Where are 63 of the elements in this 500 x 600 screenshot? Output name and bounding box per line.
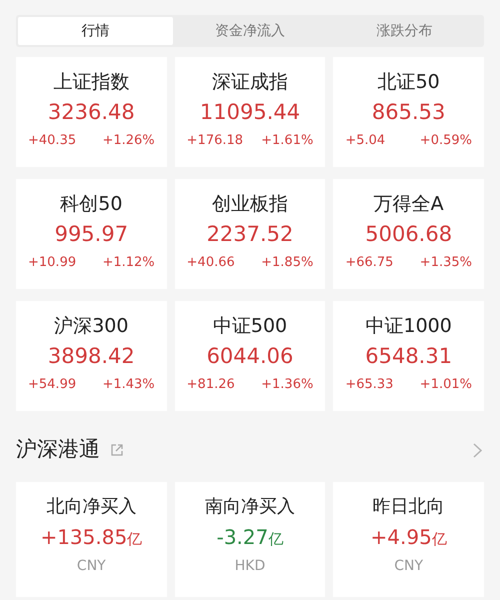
index-card[interactable]: 深证成指 11095.44 +176.18 +1.61% [174, 57, 326, 167]
index-value: 11095.44 [200, 99, 300, 126]
currency-label: CNY [394, 557, 424, 576]
index-name: 上证指数 [53, 70, 130, 95]
flow-card[interactable]: 昨日北向 +4.95亿 CNY [333, 482, 484, 597]
flow-name: 南向净买入 [204, 495, 295, 519]
index-value: 3236.48 [48, 99, 135, 126]
index-percent: +1.35% [420, 254, 472, 272]
index-value: 6044.06 [206, 343, 294, 370]
index-name: 沪深300 [54, 314, 128, 339]
index-percent: +1.12% [102, 254, 155, 272]
index-percent: +1.01% [420, 376, 472, 394]
flow-value: +135.85亿 [40, 524, 142, 551]
index-change: +40.35 [28, 132, 76, 150]
index-card[interactable]: 创业板指 2237.52 +40.66 +1.85% [174, 179, 326, 289]
index-value: 6548.31 [365, 343, 452, 370]
chevron-right-icon[interactable] [473, 442, 482, 458]
index-name: 北证50 [378, 70, 440, 95]
tab[interactable]: 涨跌分布 [327, 17, 482, 45]
index-value: 2237.52 [206, 221, 294, 248]
index-card[interactable]: 万得全A 5006.68 +66.75 +1.35% [333, 179, 484, 289]
index-name: 中证500 [212, 314, 288, 339]
index-change: +176.18 [186, 132, 244, 150]
index-name: 创业板指 [212, 192, 288, 217]
index-change: +66.75 [345, 254, 394, 272]
index-value: 995.97 [54, 221, 128, 248]
currency-label: CNY [76, 557, 106, 576]
flow-name: 昨日北向 [372, 495, 445, 519]
index-change: +65.33 [345, 376, 394, 394]
index-percent: +1.61% [261, 132, 314, 150]
index-card[interactable]: 沪深300 3898.42 +54.99 +1.43% [16, 301, 167, 411]
tab[interactable]: 行情 [18, 17, 173, 45]
index-percent: +1.85% [261, 254, 314, 272]
index-percent: +0.59% [420, 132, 472, 150]
index-percent: +1.36% [261, 376, 314, 394]
index-card[interactable]: 科创50 995.97 +10.99 +1.12% [16, 179, 167, 289]
index-value: 5006.68 [365, 221, 452, 248]
index-name: 万得全A [374, 192, 444, 217]
flow-name: 北向净买入 [46, 495, 136, 519]
flow-card[interactable]: 南向净买入 -3.27亿 HKD [174, 482, 326, 597]
index-value: 865.53 [372, 99, 446, 126]
index-value: 3898.42 [48, 343, 135, 370]
currency-label: HKD [234, 557, 266, 576]
index-name: 科创50 [60, 192, 122, 217]
index-name: 中证1000 [365, 314, 452, 339]
index-percent: +1.26% [102, 132, 155, 150]
flow-card[interactable]: 北向净买入 +135.85亿 CNY [16, 482, 167, 597]
section-title: 沪深港通 [16, 436, 100, 464]
index-change: +54.99 [28, 376, 76, 394]
index-change: +40.66 [186, 254, 235, 272]
index-card[interactable]: 北证50 865.53 +5.04 +0.59% [333, 57, 484, 167]
share-icon[interactable] [110, 443, 124, 457]
index-percent: +1.43% [102, 376, 155, 394]
flow-value: +4.95亿 [370, 524, 447, 551]
index-change: +10.99 [28, 254, 76, 272]
index-change: +5.04 [345, 132, 386, 150]
index-change: +81.26 [186, 376, 235, 394]
index-card[interactable]: 中证1000 6548.31 +65.33 +1.01% [333, 301, 484, 411]
index-card[interactable]: 上证指数 3236.48 +40.35 +1.26% [16, 57, 167, 167]
tab[interactable]: 资金净流入 [172, 17, 328, 45]
index-name: 深证成指 [212, 70, 288, 95]
index-card[interactable]: 中证500 6044.06 +81.26 +1.36% [174, 301, 326, 411]
flow-value: -3.27亿 [216, 524, 284, 551]
